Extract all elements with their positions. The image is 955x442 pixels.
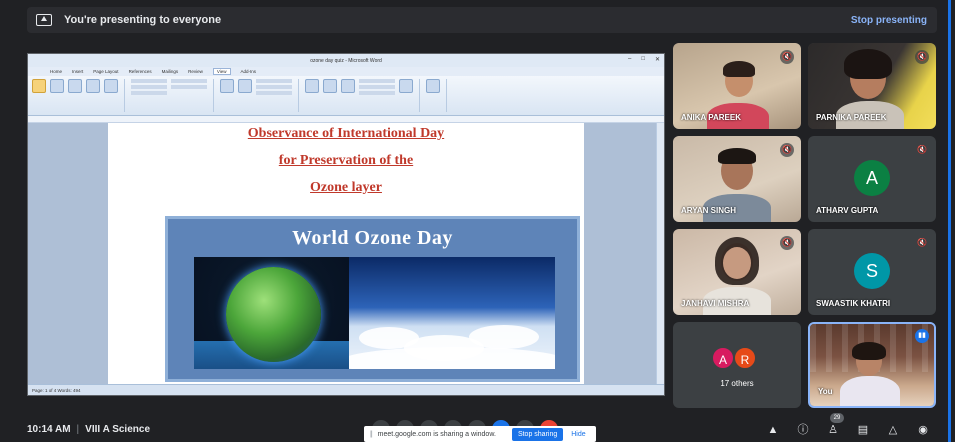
meeting-info: 10:14 AM | VIII A Science — [27, 424, 150, 435]
ribbon-tab: Review — [188, 69, 203, 74]
self-tile[interactable]: ▮▮ You — [808, 322, 936, 408]
print-layout-icon — [32, 79, 46, 93]
others-count-label: 17 others — [720, 379, 754, 388]
vertical-scrollbar — [656, 123, 664, 385]
participant-tile[interactable]: 🔇 JANHAVI MISHRA — [673, 229, 801, 315]
ribbon-group-zoom — [220, 79, 299, 112]
stop-presenting-button[interactable]: Stop presenting — [851, 15, 927, 26]
meeting-name: VIII A Science — [85, 424, 150, 435]
ribbon-group-show — [131, 79, 214, 112]
participant-name: PARNIKA PAREEK — [816, 113, 887, 122]
participant-avatar: A — [854, 160, 890, 196]
muted-mic-icon: 🔇 — [780, 143, 794, 157]
presenting-banner-text: You're presenting to everyone — [64, 14, 222, 26]
ribbon-tab: Insert — [72, 69, 84, 74]
window-edge — [948, 0, 951, 442]
current-time: 10:14 AM — [27, 424, 71, 435]
word-ribbon — [28, 76, 664, 116]
ribbon-tabs: Home Insert Page Layout References Maili… — [28, 67, 664, 76]
reading-icon — [50, 79, 64, 93]
others-avatar: A — [711, 346, 735, 370]
participant-tile[interactable]: A 🔇 ATHARV GUPTA — [808, 136, 936, 222]
others-avatars: A R — [711, 346, 757, 370]
mic-off-icon[interactable]: ▲ — [765, 423, 781, 437]
participant-tile[interactable]: 🔇 ANIKA PAREEK — [673, 43, 801, 129]
participant-name: JANHAVI MISHRA — [681, 299, 750, 308]
ribbon-tab: Page Layout — [93, 69, 119, 74]
participant-avatar: S — [854, 253, 890, 289]
ribbon-tab: Add-Ins — [240, 69, 257, 74]
participant-name: ATHARV GUPTA — [816, 206, 879, 215]
split-icon — [341, 79, 355, 93]
muted-mic-icon: 🔇 — [917, 145, 927, 154]
participant-name: ANIKA PAREEK — [681, 113, 742, 122]
minimize-icon: – — [628, 56, 632, 62]
window-controls: – □ ✕ — [628, 56, 660, 63]
sky-clouds-image — [349, 257, 555, 369]
sharing-notification-bar: || meet.google.com is sharing a window. … — [364, 426, 596, 442]
close-icon: ✕ — [654, 57, 660, 63]
shared-screen: ozone day quiz - Microsoft Word – □ ✕ Ho… — [27, 53, 665, 396]
info-icon[interactable]: ⓘ — [795, 423, 811, 437]
drag-handle-icon[interactable]: || — [370, 431, 372, 438]
others-avatar: R — [733, 346, 757, 370]
doc-heading-line: Observance of International Day — [247, 126, 445, 141]
ruler — [28, 116, 664, 123]
macros-icon — [426, 79, 440, 93]
hundred-percent-icon — [238, 79, 252, 93]
people-icon[interactable]: ♙ — [825, 423, 841, 437]
ribbon-tab-active: View — [212, 68, 231, 75]
meeting-side-controls: ▲ ⓘ ♙ ▤ △ ◉ — [765, 423, 931, 437]
chat-icon[interactable]: ▤ — [855, 423, 871, 437]
participant-tile[interactable]: S 🔇 SWAASTIK KHATRI — [808, 229, 936, 315]
zoom-icon — [220, 79, 234, 93]
doc-heading-line: Ozone layer — [310, 180, 382, 195]
word-statusbar: Page: 1 of 4 Words: 494 — [28, 384, 664, 395]
world-ozone-day-poster: World Ozone Day — [165, 216, 580, 382]
document-page: Observance of International Day for Pres… — [108, 123, 584, 385]
hide-button[interactable]: Hide — [571, 431, 585, 438]
word-titlebar: ozone day quiz - Microsoft Word – □ ✕ — [28, 54, 664, 67]
arrange-all-icon — [323, 79, 337, 93]
muted-mic-icon: 🔇 — [917, 238, 927, 247]
draft-icon — [104, 79, 118, 93]
maximize-icon: □ — [641, 56, 645, 62]
word-window-title: ozone day quiz - Microsoft Word — [310, 57, 382, 64]
muted-mic-icon: 🔇 — [780, 236, 794, 250]
muted-mic-icon: 🔇 — [915, 50, 929, 64]
host-controls-icon[interactable]: ◉ — [915, 423, 931, 437]
participant-tile[interactable]: 🔇 ARYAN SINGH — [673, 136, 801, 222]
ribbon-group-macros — [426, 79, 447, 112]
switch-windows-icon — [399, 79, 413, 93]
ribbon-group-views — [32, 79, 125, 112]
presenting-banner: You're presenting to everyone Stop prese… — [27, 7, 937, 33]
earth-image — [194, 257, 349, 369]
present-screen-icon — [36, 14, 52, 26]
web-layout-icon — [68, 79, 82, 93]
doc-heading-line: for Preservation of the — [278, 153, 414, 168]
participant-name: ARYAN SINGH — [681, 206, 736, 215]
others-tile[interactable]: A R 17 others — [673, 322, 801, 408]
self-name: You — [818, 387, 833, 396]
participant-tile[interactable]: 🔇 PARNIKA PAREEK — [808, 43, 936, 129]
outline-icon — [86, 79, 100, 93]
poster-title: World Ozone Day — [292, 227, 453, 249]
speaking-indicator-icon: ▮▮ — [915, 329, 929, 343]
stop-sharing-button[interactable]: Stop sharing — [511, 427, 564, 441]
document-area: Observance of International Day for Pres… — [28, 123, 664, 385]
participant-name: SWAASTIK KHATRI — [816, 299, 891, 308]
ribbon-tab: Home — [50, 69, 63, 74]
new-window-icon — [305, 79, 319, 93]
ribbon-tab: Mailings — [161, 69, 179, 74]
activities-icon[interactable]: △ — [885, 423, 901, 437]
muted-mic-icon: 🔇 — [780, 50, 794, 64]
ribbon-group-window — [305, 79, 420, 112]
participant-count-badge: 29 — [830, 413, 844, 423]
ribbon-tab: References — [128, 69, 152, 74]
sharing-notice-text: meet.google.com is sharing a window. — [377, 430, 496, 438]
meet-window: You're presenting to everyone Stop prese… — [0, 0, 955, 442]
